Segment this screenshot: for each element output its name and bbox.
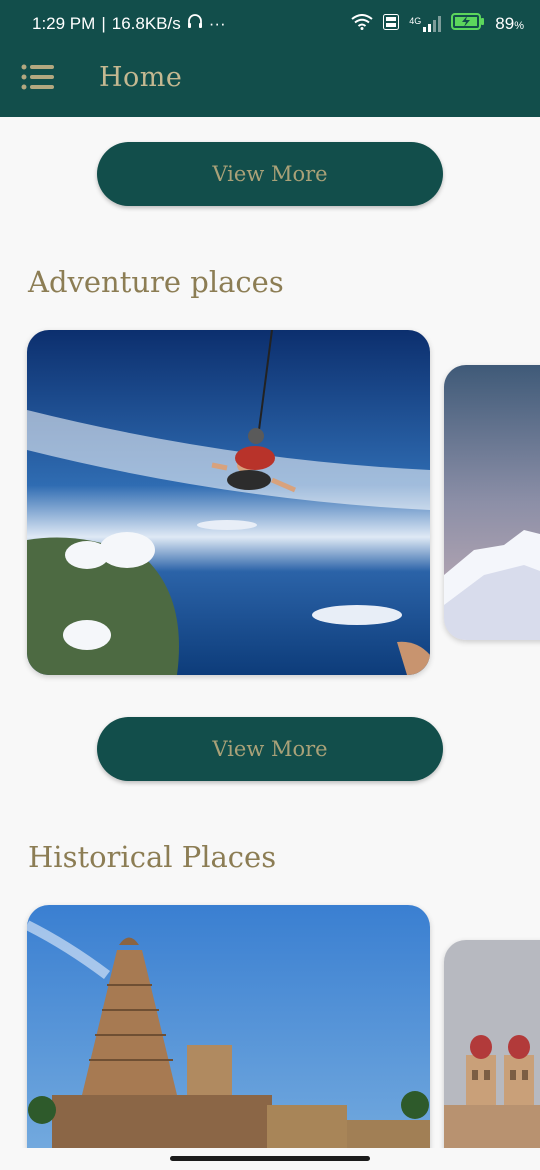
view-more-button-adventure[interactable]: View More [97, 717, 443, 781]
network-type: 4G [409, 16, 422, 26]
section-title-adventure: Adventure places [28, 265, 284, 299]
status-separator: | [101, 13, 106, 33]
historical-card-temple[interactable] [27, 905, 430, 1165]
headset-icon [187, 13, 203, 34]
navigation-bar [0, 1148, 540, 1170]
battery-icon [451, 13, 485, 35]
battery-percent: 89% [495, 14, 524, 34]
top-app-bar: 1:29 PM | 16.8KB/s ··· 4G 89% Home [0, 0, 540, 117]
signal-icon: 4G [409, 16, 442, 32]
status-right: 4G 89% [351, 13, 524, 35]
menu-button[interactable] [18, 62, 58, 96]
more-notifications-icon: ··· [208, 13, 226, 33]
page-title: Home [99, 62, 183, 93]
gesture-handle[interactable] [170, 1156, 370, 1161]
app-bar: Home [0, 48, 540, 117]
volte-icon [383, 13, 400, 35]
section-title-historical: Historical Places [28, 840, 277, 874]
temple-image [27, 905, 430, 1165]
palace-image [444, 940, 540, 1165]
battery-value: 89 [495, 14, 515, 33]
snow-mountain-image [444, 365, 540, 640]
view-more-button-top[interactable]: View More [97, 142, 443, 206]
wifi-icon [351, 13, 373, 35]
status-speed: 16.8KB/s [111, 13, 181, 33]
menu-list-icon [21, 63, 55, 95]
battery-unit: % [514, 20, 524, 32]
adventure-card-snow-mountain[interactable] [444, 365, 540, 640]
historical-card-palace[interactable] [444, 940, 540, 1165]
adventure-card-skydiving[interactable] [27, 330, 430, 675]
skydiving-image [27, 330, 430, 675]
status-time: 1:29 PM [32, 13, 96, 33]
status-bar: 1:29 PM | 16.8KB/s ··· 4G 89% [0, 0, 540, 48]
status-left: 1:29 PM | 16.8KB/s ··· [32, 13, 226, 34]
